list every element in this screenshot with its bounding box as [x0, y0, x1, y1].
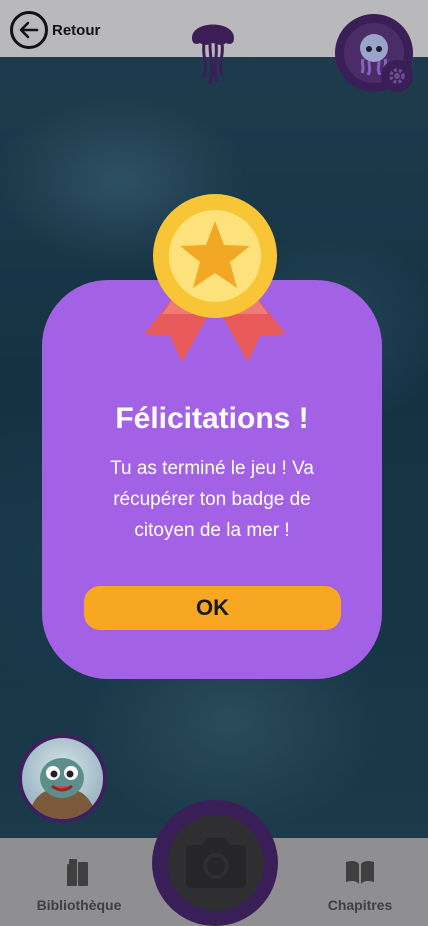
medal-star-icon: [144, 194, 286, 362]
back-arrow-icon: [10, 11, 48, 49]
dialog-message: Tu as terminé le jeu ! Va récupérer ton …: [110, 458, 314, 541]
nav-chapters-label: Chapitres: [327, 897, 393, 913]
nav-chapters[interactable]: Chapitres: [300, 856, 420, 913]
turtle-avatar[interactable]: [18, 734, 107, 823]
camera-icon: [186, 838, 246, 888]
settings-button[interactable]: [381, 60, 413, 92]
back-button[interactable]: Retour: [10, 11, 100, 49]
nav-library-label: Bibliothèque: [36, 897, 122, 913]
ok-button[interactable]: OK: [84, 586, 341, 630]
nav-library[interactable]: Bibliothèque: [19, 856, 139, 913]
jellyfish-icon: [188, 12, 238, 91]
dialog-title: Félicitations !: [115, 402, 309, 435]
turtle-icon: [28, 758, 97, 819]
back-label: Retour: [52, 21, 101, 39]
camera-button[interactable]: [168, 815, 264, 911]
gear-icon: [389, 68, 405, 84]
open-book-icon: [346, 860, 374, 884]
books-icon: [67, 859, 88, 886]
